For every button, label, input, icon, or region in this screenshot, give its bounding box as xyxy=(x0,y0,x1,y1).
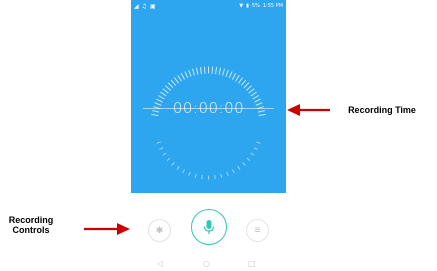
dial-tick xyxy=(240,79,247,86)
dial-tick xyxy=(159,147,164,150)
status-left-icons: ◢ ♫ ▣ xyxy=(134,3,156,10)
dial-tick xyxy=(226,171,229,177)
dial-tick xyxy=(253,147,258,150)
dial-tick xyxy=(188,171,191,177)
dial-tick xyxy=(167,82,174,89)
dial-tick xyxy=(225,69,229,77)
dial-tick xyxy=(250,91,257,97)
home-circle-icon[interactable]: ○ xyxy=(203,258,210,270)
dial-tick xyxy=(188,69,192,77)
dial-tick xyxy=(250,152,255,156)
arrow-recording-controls xyxy=(84,223,130,235)
image-icon: ▣ xyxy=(150,3,156,10)
dial-tick xyxy=(166,157,171,161)
dial-tick xyxy=(177,75,182,82)
dial-tick xyxy=(162,152,167,156)
dial-tick xyxy=(174,77,179,84)
dial-tick xyxy=(182,169,185,174)
recording-controls: ✱ ≡ xyxy=(131,209,286,251)
dial-tick xyxy=(160,91,167,97)
navigation-bar: ◁ ○ □ xyxy=(131,258,286,270)
dial-tick xyxy=(218,67,222,75)
dial-tick xyxy=(237,165,241,170)
signal-icon: ◢ xyxy=(134,3,139,10)
dial-tick xyxy=(232,169,235,174)
dial-tick xyxy=(235,75,240,82)
dial-tick xyxy=(195,67,199,75)
dial-tick xyxy=(184,71,189,79)
back-triangle-icon[interactable]: ◁ xyxy=(157,258,163,270)
recorder-screen: ◢ ♫ ▣ ▼ ▮ 5% 1:55 PM 00:00:00 xyxy=(131,0,286,193)
dial-tick xyxy=(194,173,197,178)
wifi-icon: ▼ xyxy=(239,3,244,9)
recent-square-icon[interactable]: □ xyxy=(248,258,256,270)
dial-tick xyxy=(243,82,250,89)
recordings-list-button[interactable]: ≡ xyxy=(246,219,269,242)
dial-tick xyxy=(192,68,195,76)
gear-icon: ✱ xyxy=(155,225,164,235)
recording-controls-label-line2: Controls xyxy=(12,225,50,235)
arrow-recording-time xyxy=(287,104,330,116)
microphone-icon xyxy=(203,220,215,234)
dial-tick xyxy=(246,157,251,161)
clock: 1:55 PM xyxy=(262,3,283,9)
dial-tick xyxy=(165,85,171,91)
dial-tick xyxy=(215,66,218,75)
dial-tick xyxy=(238,77,243,84)
battery-percent: 5% xyxy=(251,3,260,9)
timer-dial xyxy=(151,66,266,180)
dial-tick xyxy=(180,73,185,80)
dial-tick xyxy=(176,165,180,170)
dial-tick xyxy=(220,173,223,178)
recording-controls-label: Recording Controls xyxy=(0,215,62,235)
recording-controls-label-line1: Recording xyxy=(8,215,54,225)
record-button[interactable] xyxy=(191,209,227,245)
dial-tick xyxy=(199,66,202,75)
list-icon: ≡ xyxy=(254,225,261,236)
dial-tick xyxy=(248,88,255,94)
dial-tick xyxy=(242,162,246,166)
dial-tick xyxy=(156,141,161,144)
dial-tick xyxy=(162,88,169,94)
settings-button[interactable]: ✱ xyxy=(148,219,171,242)
recording-timer: 00:00:00 xyxy=(172,99,245,117)
dial-tick xyxy=(171,162,175,166)
dial-tick xyxy=(246,85,252,91)
status-right: ▼ ▮ 5% 1:55 PM xyxy=(239,3,283,9)
music-icon: ♫ xyxy=(141,3,148,10)
dial-tick xyxy=(256,141,261,144)
battery-icon: ▮ xyxy=(246,3,249,9)
dial-tick xyxy=(222,68,225,76)
recording-time-label: Recording Time xyxy=(348,105,416,115)
dial-tick xyxy=(232,73,237,80)
dial-tick xyxy=(228,71,233,79)
dial-tick xyxy=(170,79,177,86)
status-bar: ◢ ♫ ▣ ▼ ▮ 5% 1:55 PM xyxy=(131,0,286,14)
